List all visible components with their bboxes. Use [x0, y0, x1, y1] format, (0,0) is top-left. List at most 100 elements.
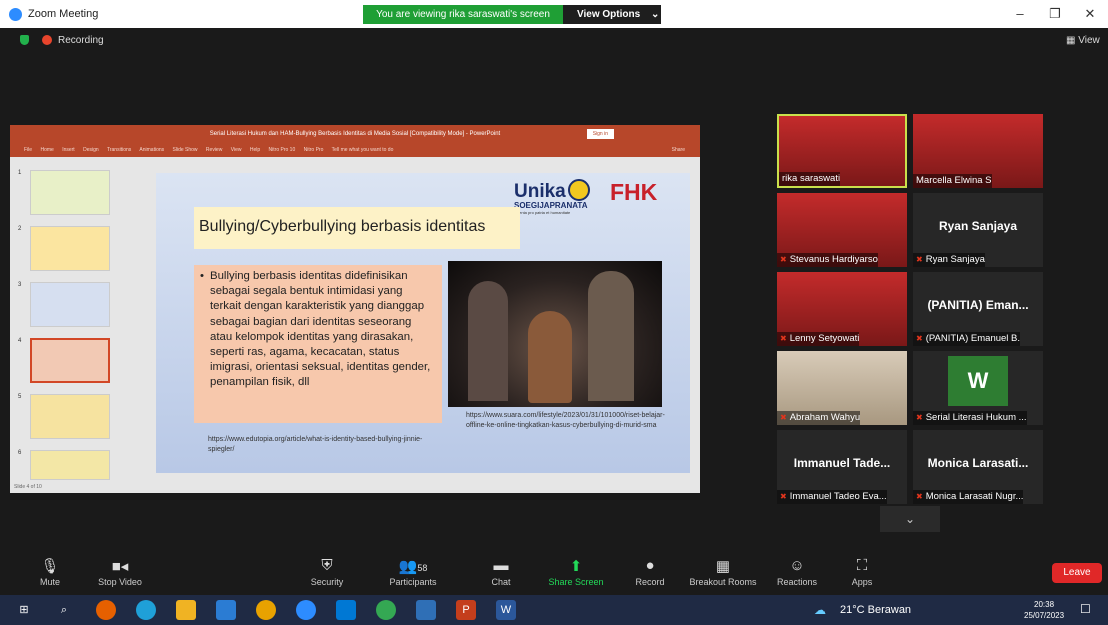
- slide-thumb[interactable]: [30, 282, 110, 327]
- firefox-icon[interactable]: [96, 600, 116, 620]
- leave-button[interactable]: Leave: [1052, 563, 1102, 583]
- recording-label: Recording: [58, 35, 104, 46]
- view-options-button[interactable]: View Options ⌄: [563, 5, 661, 24]
- view-options-label: View Options: [577, 9, 641, 20]
- participant-display-name: Ryan Sanjaya: [938, 219, 1018, 233]
- mic-muted-icon: ✖: [916, 334, 923, 343]
- ppt-statusbar: Slide 4 of 10: [10, 481, 700, 493]
- view-button[interactable]: ▦ View: [1066, 35, 1100, 46]
- participant-tile[interactable]: Monica Larasati... ✖ Monica Larasati Nugr.…: [913, 430, 1043, 504]
- slide-thumb-selected[interactable]: [30, 338, 110, 383]
- breakout-rooms-icon: ▦: [715, 558, 731, 575]
- thumb-number: 5: [18, 394, 22, 400]
- mail-icon[interactable]: [216, 600, 236, 620]
- logo-fhk-text: FHK: [610, 179, 658, 205]
- participant-count: 58: [417, 563, 428, 573]
- shield-icon[interactable]: [20, 35, 29, 45]
- windows-start-icon[interactable]: ⊞: [14, 600, 34, 620]
- participant-tile[interactable]: Marcella Elwina S: [913, 114, 1043, 188]
- photos-icon[interactable]: [416, 600, 436, 620]
- share-screen-icon: ⬆: [569, 558, 583, 575]
- participant-tile[interactable]: W ✖ Serial Literasi Hukum ...: [913, 351, 1043, 425]
- slide-thumb[interactable]: [30, 170, 110, 215]
- ppt-tab[interactable]: Review: [206, 147, 222, 153]
- ppt-tab[interactable]: Animations: [139, 147, 164, 153]
- stop-video-button[interactable]: ■◂ Stop Video: [92, 557, 148, 587]
- logo-sub-text: SOEGIJAPRANATA: [514, 201, 588, 210]
- source-url: https://www.edutopia.org/article/what-is…: [208, 436, 423, 453]
- ppt-tab[interactable]: Slide Show: [173, 147, 198, 153]
- ppt-share[interactable]: Share: [672, 143, 685, 157]
- taskbar-clock[interactable]: 20:38 25/07/2023: [1024, 599, 1064, 621]
- zoom-logo-icon: [9, 8, 22, 21]
- ppt-tab[interactable]: Design: [83, 147, 99, 153]
- view-label: View: [1078, 35, 1100, 46]
- record-button[interactable]: ● Record: [631, 557, 669, 587]
- share-screen-button[interactable]: ⬆ Share Screen: [545, 557, 607, 587]
- mic-muted-icon: ✖: [916, 413, 923, 422]
- powerpoint-icon[interactable]: P: [456, 600, 476, 620]
- mute-button[interactable]: 🎙 Mute: [30, 557, 70, 587]
- ppt-tab[interactable]: Home: [40, 147, 53, 153]
- window-title: Zoom Meeting: [28, 8, 99, 20]
- bullet-icon: •: [200, 270, 204, 282]
- security-button[interactable]: ⛨ Security: [305, 557, 349, 587]
- chrome-icon[interactable]: [256, 600, 276, 620]
- participant-tile[interactable]: Ryan Sanjaya ✖ Ryan Sanjaya: [913, 193, 1043, 267]
- slide-photo: [448, 261, 662, 407]
- reactions-icon: ☺: [789, 557, 805, 574]
- ppt-tab[interactable]: Insert: [62, 147, 75, 153]
- participant-tile[interactable]: ✖ Lenny Setyowati: [777, 272, 907, 346]
- ppt-tab[interactable]: Nitro Pro 10: [269, 147, 296, 153]
- file-explorer-icon[interactable]: [176, 600, 196, 620]
- participant-tile[interactable]: ✖ Stevanus Hardiyarso: [777, 193, 907, 267]
- calendar-icon[interactable]: [336, 600, 356, 620]
- shield-icon: ⛨: [321, 557, 333, 574]
- weather-icon: ☁: [814, 603, 826, 617]
- ppt-tab[interactable]: Transitions: [107, 147, 131, 153]
- zoom-taskbar-icon[interactable]: [296, 600, 316, 620]
- participant-tile[interactable]: Immanuel Tade... ✖ Immanuel Tadeo Eva...: [777, 430, 907, 504]
- signin-button[interactable]: Sign in: [586, 129, 614, 139]
- maximize-icon[interactable]: ❐: [1040, 4, 1070, 24]
- slide-canvas: Unika FHK SOEGIJAPRANATA Talenta pro pat…: [156, 173, 690, 473]
- word-icon[interactable]: W: [496, 600, 516, 620]
- participant-tile[interactable]: ✖ Abraham Wahyu: [777, 351, 907, 425]
- weather-text[interactable]: 21°C Berawan: [840, 604, 911, 616]
- chrome-alt-icon[interactable]: [376, 600, 396, 620]
- record-label: Record: [635, 577, 665, 587]
- slide-thumb[interactable]: [30, 394, 110, 439]
- scroll-down-chevron-icon[interactable]: ⌄: [880, 506, 940, 532]
- thumb-number: 4: [18, 338, 22, 344]
- slide-thumb[interactable]: [30, 226, 110, 271]
- close-icon[interactable]: ✕: [1075, 4, 1105, 24]
- apps-button[interactable]: ⛶ Apps: [846, 557, 878, 587]
- chat-label: Chat: [491, 577, 511, 587]
- ppt-tab[interactable]: Nitro Pro: [304, 147, 324, 153]
- microphone-icon: 🎙: [40, 558, 60, 575]
- ppt-tell-me[interactable]: Tell me what you want to do: [332, 147, 394, 153]
- participant-name: Ryan Sanjaya: [925, 254, 985, 265]
- search-icon[interactable]: ⌕: [54, 600, 74, 620]
- ppt-tab[interactable]: View: [231, 147, 242, 153]
- participants-icon: 👥58: [398, 558, 428, 575]
- slide-body-box: • Bullying berbasis identitas didefinisi…: [194, 265, 442, 423]
- minimize-icon[interactable]: –: [1005, 4, 1035, 24]
- chat-button[interactable]: ▬ Chat: [486, 557, 516, 587]
- mic-muted-icon: ✖: [780, 334, 787, 343]
- photo-figure: [588, 271, 634, 401]
- participant-tile[interactable]: (PANITIA) Eman... ✖ (PANITIA) Emanuel B.: [913, 272, 1043, 346]
- grid-icon: ▦: [1066, 35, 1076, 46]
- participant-name: Stevanus Hardiyarso: [789, 254, 878, 265]
- participants-button[interactable]: 👥58 Participants: [384, 557, 442, 587]
- notification-icon[interactable]: ☐: [1080, 602, 1091, 616]
- mic-muted-icon: ✖: [916, 492, 923, 501]
- ppt-tab[interactable]: Help: [250, 147, 260, 153]
- participant-name: (PANITIA) Emanuel B.: [925, 333, 1021, 344]
- reactions-button[interactable]: ☺ Reactions: [774, 557, 820, 587]
- edge-icon[interactable]: [136, 600, 156, 620]
- ppt-tab[interactable]: File: [24, 147, 32, 153]
- breakout-rooms-button[interactable]: ▦ Breakout Rooms: [686, 557, 760, 587]
- slide-thumb[interactable]: [30, 450, 110, 480]
- participant-tile[interactable]: rika saraswati: [777, 114, 907, 188]
